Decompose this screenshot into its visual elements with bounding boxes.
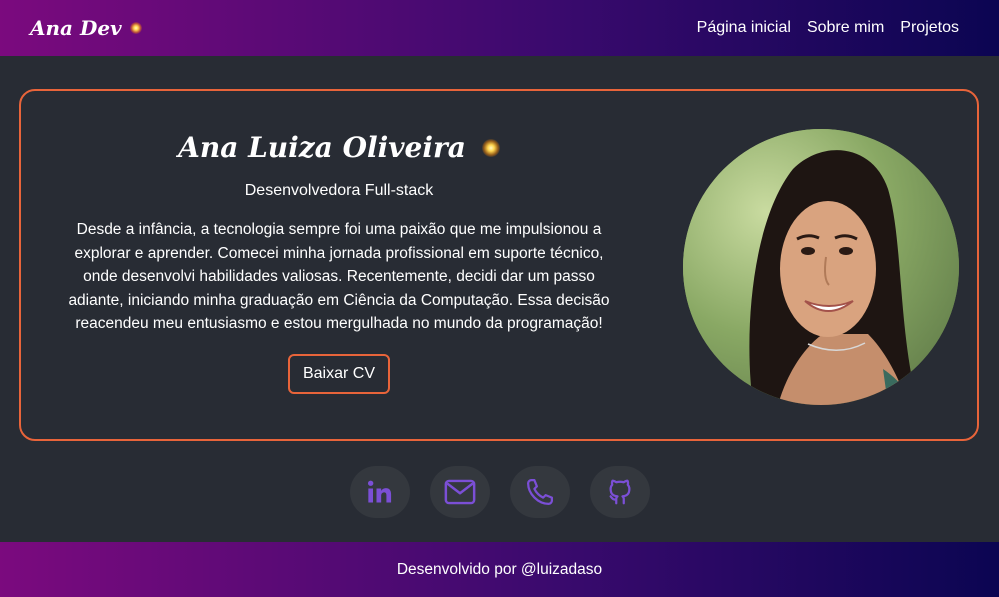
- profile-name: Ana Luiza Oliveira: [178, 131, 466, 164]
- footer: Desenvolvido por @luizadaso: [0, 542, 999, 597]
- phone-icon: [526, 479, 553, 505]
- github-icon: [609, 479, 630, 505]
- profile-bio: Desde a infância, a tecnologia sempre fo…: [68, 221, 610, 332]
- footer-credit: Desenvolvido por @luizadaso: [396, 560, 603, 578]
- nav-links: Página inicial Sobre mim Projetos: [697, 19, 959, 37]
- nav-link-home[interactable]: Página inicial: [697, 19, 791, 37]
- sparkle-icon: [481, 138, 500, 157]
- download-cv-button[interactable]: Baixar CV: [287, 353, 391, 394]
- nav-link-projects[interactable]: Projetos: [900, 19, 959, 37]
- profile-photo: [683, 129, 959, 405]
- linkedin-button[interactable]: [349, 466, 410, 518]
- brand-name[interactable]: Ana Dev: [30, 16, 122, 40]
- profile-role: Desenvolvedora Full-stack: [244, 182, 434, 199]
- sparkle-icon: [129, 22, 142, 34]
- profile-text: Ana Luiza Oliveira Desenvolvedora Full-s…: [59, 91, 619, 439]
- mail-icon: [444, 479, 475, 505]
- nav-link-about[interactable]: Sobre mim: [807, 19, 884, 37]
- brand-logo[interactable]: Ana Dev: [30, 16, 142, 40]
- profile-photo-image: [683, 129, 959, 405]
- phone-button[interactable]: [509, 466, 570, 518]
- profile-card: Ana Luiza Oliveira Desenvolvedora Full-s…: [19, 89, 979, 441]
- social-links: [0, 466, 999, 518]
- profile-name-heading: Ana Luiza Oliveira: [178, 131, 500, 164]
- navbar: Ana Dev Página inicial Sobre mim Projeto…: [0, 0, 999, 56]
- email-button[interactable]: [429, 466, 490, 518]
- linkedin-icon: [367, 480, 391, 503]
- github-button[interactable]: [589, 466, 650, 518]
